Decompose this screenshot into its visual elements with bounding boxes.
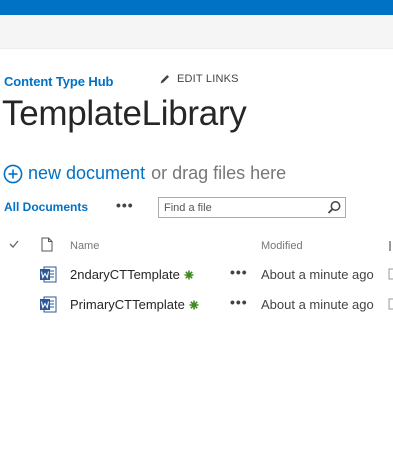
list-header: Name Modified: [0, 236, 393, 256]
column-edge-marker: [389, 241, 391, 251]
file-name[interactable]: PrimaryCTTemplate: [70, 297, 199, 312]
new-document-link[interactable]: new document: [28, 163, 145, 184]
new-item-icon: [184, 270, 194, 280]
row-edge-marker: [388, 298, 393, 310]
file-name-text[interactable]: PrimaryCTTemplate: [70, 297, 185, 312]
page-title: TemplateLibrary: [2, 94, 247, 133]
search-input[interactable]: [159, 198, 319, 217]
row-edge: [388, 297, 393, 311]
suite-bar: [0, 0, 393, 15]
file-name-text[interactable]: 2ndaryCTTemplate: [70, 267, 180, 282]
table-row[interactable]: PrimaryCTTemplate ••• About a minute ago: [0, 292, 393, 320]
new-item-icon: [189, 300, 199, 310]
view-all-documents[interactable]: All Documents: [4, 200, 88, 214]
column-name[interactable]: Name: [70, 240, 99, 252]
edit-links-label: EDIT LINKS: [177, 73, 239, 85]
plus-circle-icon[interactable]: [3, 164, 23, 184]
new-document-row: new document or drag files here: [3, 163, 286, 184]
word-icon: [40, 266, 57, 283]
row-edge-marker: [388, 268, 393, 280]
word-icon: [40, 296, 57, 313]
edit-links-button[interactable]: EDIT LINKS: [159, 73, 239, 85]
column-modified[interactable]: Modified: [261, 240, 303, 252]
file-name[interactable]: 2ndaryCTTemplate: [70, 267, 194, 282]
item-more-button[interactable]: •••: [230, 264, 248, 280]
row-edge: [388, 267, 393, 281]
drag-files-hint: or drag files here: [151, 163, 287, 183]
view-selector-row: All Documents •••: [4, 197, 393, 219]
document-icon: [41, 237, 53, 252]
modified-value: About a minute ago: [261, 267, 374, 282]
site-link[interactable]: Content Type Hub: [4, 74, 113, 89]
ribbon-bar: [0, 15, 393, 49]
pencil-icon: [160, 75, 169, 84]
search-box: [158, 197, 346, 218]
breadcrumb: Content Type Hub: [4, 72, 113, 90]
search-icon[interactable]: [325, 199, 343, 216]
table-row[interactable]: 2ndaryCTTemplate ••• About a minute ago: [0, 262, 393, 290]
item-more-button[interactable]: •••: [230, 294, 248, 310]
checkmark-icon[interactable]: [9, 239, 19, 249]
modified-value: About a minute ago: [261, 297, 374, 312]
view-more-button[interactable]: •••: [116, 197, 134, 213]
column-extra-edge: [388, 240, 393, 255]
